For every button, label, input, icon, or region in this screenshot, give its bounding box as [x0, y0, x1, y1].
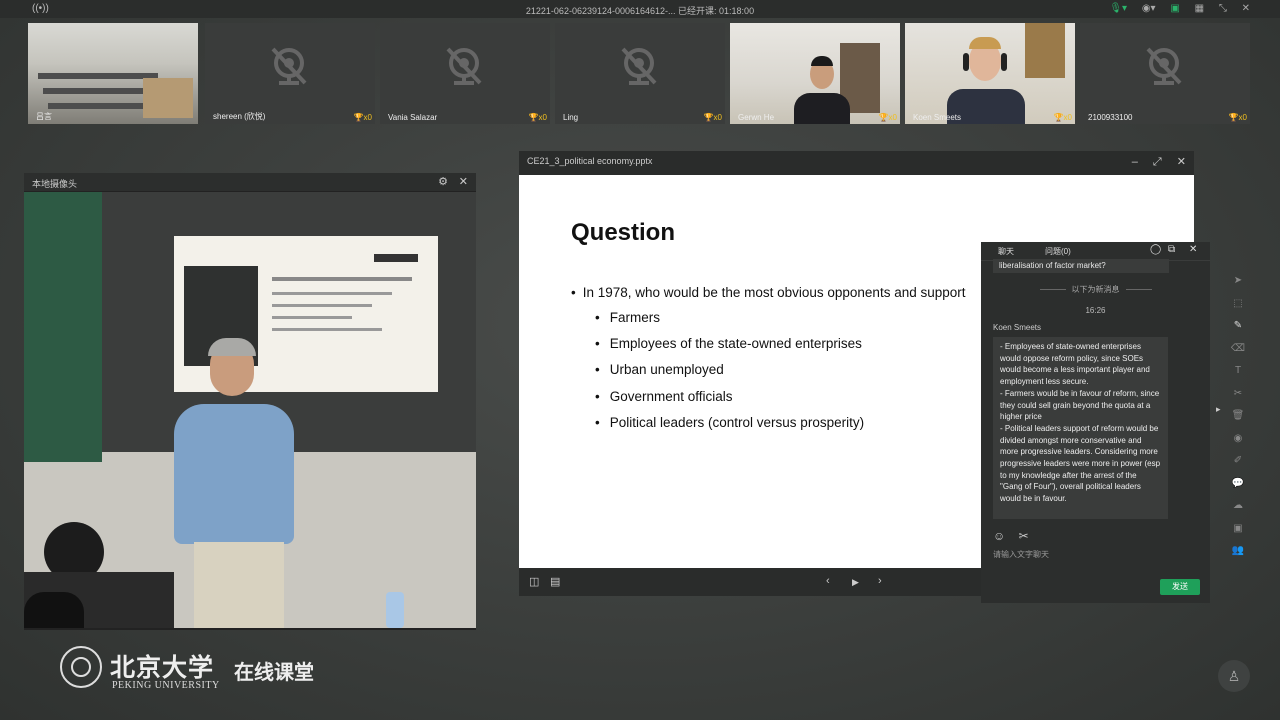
participant-tile[interactable]: Vania Salazar 🏆x0 [380, 23, 550, 124]
trophy-count: 🏆x0 [1053, 113, 1072, 122]
camera-off-icon [271, 47, 307, 85]
new-message-divider: 以下为新消息 [993, 284, 1198, 295]
slide-bullet: Farmers [595, 310, 660, 325]
top-controls: 🎙▾ ◉▾ ▣ ▦ ⤡ ✕ [1097, 3, 1250, 14]
grid-layout-icon[interactable]: ▦ [1195, 3, 1204, 14]
select-icon[interactable]: ⬚ [1228, 293, 1248, 316]
participant-tile[interactable]: 2100933100 🏆x0 [1080, 23, 1250, 124]
comment-icon[interactable]: ◯ [1150, 244, 1161, 255]
local-camera-window[interactable]: 本地摄像头 ⚙ ✕ [24, 173, 476, 630]
message-sender: Koen Smeets [993, 323, 1042, 332]
tab-questions[interactable]: 问题(0) [1045, 246, 1071, 257]
slide-question: In 1978, who would be the most obvious o… [571, 285, 966, 300]
play-icon[interactable]: ▶ [852, 577, 859, 588]
previous-message: liberalisation of factor market? [993, 259, 1169, 273]
eraser-icon[interactable]: ⌫ [1228, 338, 1248, 361]
participant-tile[interactable]: Koen Smeets 🏆x0 [905, 23, 1075, 124]
message-line: - Employees of state-owned enterprises w… [1000, 342, 1150, 387]
trash-icon[interactable]: 🗑 [1228, 405, 1248, 428]
scissors-icon[interactable]: ✂ [1228, 383, 1248, 406]
presentation-title: CE21_3_political economy.pptx [527, 156, 653, 166]
participant-tile[interactable]: shereen (欣悦) 🏆x0 [205, 23, 375, 124]
record-icon[interactable]: ◉ [1228, 428, 1248, 451]
cloud-icon[interactable]: ☁ [1228, 495, 1248, 518]
close-icon[interactable]: ✕ [1242, 3, 1250, 14]
collapse-icon[interactable]: ⤡ [1219, 3, 1227, 14]
scissors-icon[interactable]: ✂ [1019, 529, 1029, 543]
slide-bullet: Government officials [595, 389, 733, 404]
chat-panel[interactable]: 聊天 问题(0) ◯ ⧉ ✕ liberalisation of factor … [981, 242, 1210, 603]
message-line: - Farmers would be in favour of reform, … [1000, 388, 1160, 422]
trophy-count: 🏆x0 [1228, 113, 1247, 122]
pointer-icon[interactable]: ➤ [1228, 270, 1248, 293]
user-icon[interactable]: ♙ [1218, 660, 1250, 692]
participant-name: Ling [563, 113, 579, 122]
emoji-icon[interactable]: ☺ [993, 529, 1005, 543]
logo-text-en: PEKING UNIVERSITY [112, 680, 220, 691]
slide-bullet: Urban unemployed [595, 362, 724, 377]
people-icon[interactable]: 👥 [1228, 540, 1248, 563]
trophy-count: 🏆x0 [528, 113, 547, 122]
toolbox-icon[interactable]: ▣ [1228, 518, 1248, 541]
camera-off-icon [446, 47, 482, 85]
speaker-icon[interactable]: ◉▾ [1142, 3, 1156, 14]
participant-name: shereen (欣悦) [213, 112, 266, 121]
logo-text-cn: 北京大学 [110, 653, 215, 682]
text-icon[interactable]: T [1228, 360, 1248, 383]
trophy-count: 🏆x0 [703, 113, 722, 122]
chat-input[interactable]: 请输入文字聊天 [993, 549, 1049, 560]
prev-slide-icon[interactable]: ‹ [826, 575, 830, 587]
message-line: - Political leaders support of reform wo… [1000, 423, 1161, 504]
participant-tile[interactable]: 吕言 [28, 23, 198, 124]
close-icon[interactable]: ✕ [459, 175, 468, 188]
minimize-icon[interactable]: – [1132, 156, 1138, 168]
online-classroom-label: 在线课堂 [234, 662, 314, 684]
participant-tile[interactable]: Gerwn He 🏆x0 [730, 23, 900, 124]
screen-share-icon[interactable]: ▣ [1170, 3, 1179, 14]
maximize-icon[interactable]: ⤢ [1153, 156, 1162, 168]
microphone-icon[interactable]: 🎙▾ [1109, 3, 1127, 14]
university-seal [60, 646, 102, 688]
slide-bullet: Employees of the state-owned enterprises [595, 336, 862, 351]
participant-name: 吕言 [36, 112, 52, 121]
popout-icon[interactable]: ⧉ [1168, 244, 1175, 255]
edit-icon[interactable]: ✐ [1228, 450, 1248, 473]
session-title: 21221-062-06239124-0006164612-... 已经开课: … [525, 6, 755, 16]
chat-input-tools: ☺ ✂ [993, 529, 1029, 543]
drawing-toolbar: ➤ ⬚ ✎ ⌫ T ✂ 🗑 ◉ ✐ 💬 ☁ ▣ 👥 [1228, 270, 1248, 563]
participant-name: Vania Salazar [388, 113, 438, 122]
presentation-header: CE21_3_political economy.pptx – ⤢ ✕ [519, 151, 1194, 175]
camera-off-icon [1146, 47, 1182, 85]
send-button[interactable]: 发送 [1160, 579, 1200, 595]
camera-feed [24, 192, 476, 628]
slide-heading: Question [571, 219, 676, 246]
notes-view-icon[interactable]: ▤ [550, 575, 560, 588]
tab-chat[interactable]: 聊天 [998, 246, 1014, 257]
local-camera-header: 本地摄像头 ⚙ ✕ [24, 173, 476, 191]
trophy-count: 🏆x0 [353, 113, 372, 122]
trophy-count: 🏆x0 [878, 113, 897, 122]
pen-icon[interactable]: ✎ [1228, 315, 1248, 338]
slide-bullet: Political leaders (control versus prospe… [595, 415, 864, 430]
close-icon[interactable]: ✕ [1177, 156, 1186, 168]
gear-icon[interactable]: ⚙ [438, 175, 448, 188]
participant-tile[interactable]: Ling 🏆x0 [555, 23, 725, 124]
chat-icon[interactable]: 💬 [1228, 473, 1248, 496]
camera-off-icon [621, 47, 657, 85]
close-icon[interactable]: ✕ [1189, 244, 1197, 255]
thumbnail-view-icon[interactable]: ◫ [529, 575, 539, 588]
participant-name: 2100933100 [1088, 113, 1133, 122]
local-camera-title: 本地摄像头 [32, 179, 78, 189]
participant-name: Koen Smeets [913, 113, 962, 122]
next-slide-icon[interactable]: › [878, 575, 882, 587]
top-bar: ((•)) 21221-062-06239124-0006164612-... … [0, 0, 1280, 18]
message-time: 16:26 [1085, 306, 1106, 315]
participant-name: Gerwn He [738, 113, 775, 122]
message-bubble: - Employees of state-owned enterprises w… [993, 337, 1168, 519]
collapse-arrow-icon[interactable]: ▸ [1216, 404, 1221, 415]
